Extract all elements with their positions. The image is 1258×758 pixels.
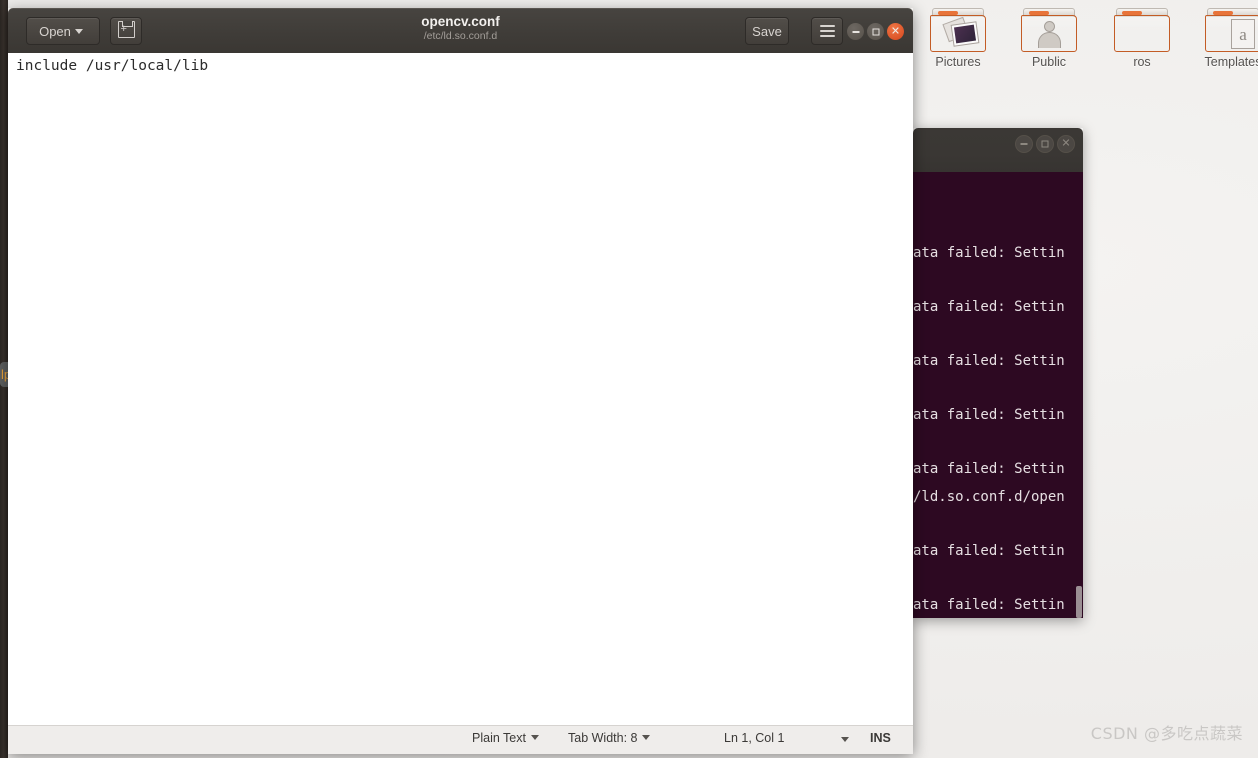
desktop-icon-pictures[interactable]: Pictures [915,8,1001,69]
terminal-line: ata failed: Settin [913,543,1065,559]
terminal-window-controls[interactable]: ✕ [1015,135,1077,153]
desktop-icon-label: Templates [1204,55,1258,69]
terminal-line: /ld.so.conf.d/open [913,489,1065,505]
desktop-icon-label: ros [1133,55,1151,69]
cursor-position: Ln 1, Col 1 [724,731,785,745]
document-text[interactable]: include /usr/local/lib [8,53,913,76]
chevron-down-icon [530,735,539,741]
window-controls[interactable]: ✕ [847,23,905,41]
minimize-icon[interactable] [1015,135,1033,153]
terminal-line: ata failed: Settin [913,245,1065,261]
save-as-button[interactable] [110,17,142,45]
save-as-icon [117,21,135,38]
language-label: Plain Text [472,731,526,745]
close-icon[interactable]: ✕ [887,23,904,40]
hamburger-menu-icon [819,25,835,40]
watermark-text: CSDN @多吃点蔬菜 [1090,724,1243,743]
public-folder-icon [1021,8,1077,52]
chevron-down-icon [642,735,651,741]
desktop-icon-templates[interactable]: a Templates [1190,8,1258,69]
desktop-icon-label: Pictures [935,55,981,69]
chevron-down-icon[interactable] [841,737,849,742]
terminal-line: ata failed: Settin [913,461,1065,477]
terminal-line: ata failed: Settin [913,597,1065,613]
terminal-scrollbar[interactable] [1075,172,1083,618]
close-icon[interactable]: ✕ [1057,135,1075,153]
scrollbar-thumb[interactable] [1076,586,1082,618]
gedit-titlebar[interactable]: Open opencv.conf /etc/ld.so.conf.d Save … [8,8,913,53]
terminal-titlebar[interactable]: ✕ [913,128,1083,172]
insert-mode-indicator[interactable]: INS [870,731,891,745]
menu-button[interactable] [811,17,843,45]
chevron-down-icon [74,29,83,35]
plain-folder-icon [1114,8,1170,52]
open-button-label: Open [39,24,71,39]
editor-area[interactable]: include /usr/local/lib [8,53,913,725]
open-button[interactable]: Open [26,17,100,45]
gedit-window[interactable]: Open opencv.conf /etc/ld.so.conf.d Save … [8,8,913,754]
save-button[interactable]: Save [745,17,789,45]
terminal-line: ata failed: Settin [913,299,1065,315]
desktop-icon-public[interactable]: Public [1006,8,1092,69]
terminal-output-area[interactable]: ata failed: Settin ata failed: Settin ata … [913,172,1083,618]
maximize-icon[interactable] [867,23,884,40]
tab-width-label: Tab Width: 8 [568,731,638,745]
minimize-icon[interactable] [847,23,864,40]
desktop-icon-label: Public [1031,55,1067,69]
terminal-line: ata failed: Settin [913,407,1065,423]
desktop-icon-ros[interactable]: ros [1099,8,1185,69]
terminal-line: ata failed: Settin [913,353,1065,369]
language-selector[interactable]: Plain Text [472,731,539,745]
maximize-icon[interactable] [1036,135,1054,153]
tab-width-selector[interactable]: Tab Width: 8 [568,731,651,745]
gedit-statusbar: Plain Text Tab Width: 8 Ln 1, Col 1 INS [8,725,913,754]
templates-folder-icon: a [1205,8,1258,52]
terminal-window[interactable]: ✕ ata failed: Settin ata failed: Settin at… [913,128,1083,618]
pictures-folder-icon [930,8,986,52]
